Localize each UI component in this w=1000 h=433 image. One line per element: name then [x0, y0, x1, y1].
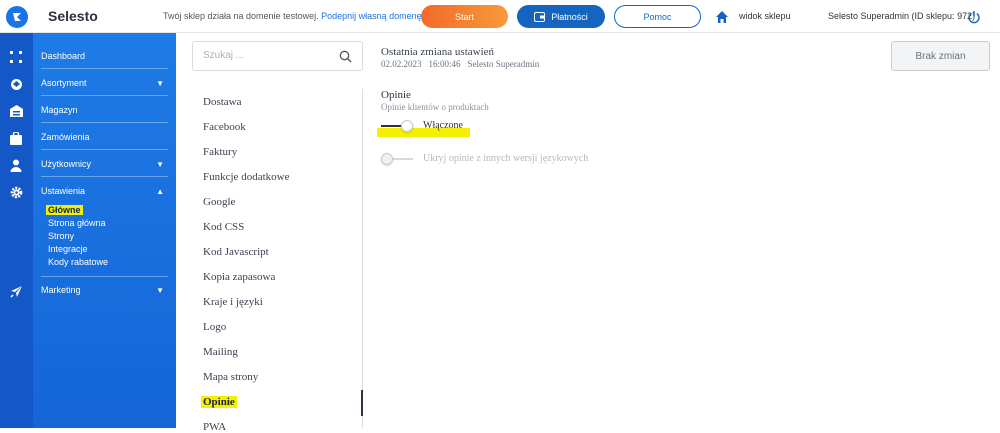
account-info: Selesto Superadmin (ID sklepu: 972)	[828, 11, 976, 21]
assortment-icon[interactable]	[8, 76, 24, 92]
sidebar-item-assortment[interactable]: Asortyment ▼	[41, 70, 168, 96]
sidebar-item-marketing[interactable]: Marketing ▼	[41, 277, 168, 303]
wallet-icon	[534, 11, 546, 22]
sidebar-item-label: Asortyment	[41, 77, 87, 88]
reviews-enabled-label: Włączone	[423, 120, 463, 131]
sidebar-item-dashboard[interactable]: Dashboard	[41, 43, 168, 69]
caret-up-icon: ▲	[156, 187, 164, 196]
settings-item-logo[interactable]: Logo	[203, 321, 226, 333]
settings-item-css[interactable]: Kod CSS	[203, 221, 244, 233]
dashboard-icon[interactable]	[8, 49, 24, 65]
sidebar-subitem-integrations[interactable]: Integracje	[48, 244, 88, 254]
last-change-title: Ostatnia zmiana ustawień	[381, 46, 495, 58]
toggle-knob	[381, 153, 393, 165]
settings-item-countries-languages[interactable]: Kraje i języki	[203, 296, 263, 308]
settings-item-facebook[interactable]: Facebook	[203, 121, 246, 133]
sidebar-item-orders[interactable]: Zamówienia	[41, 124, 168, 150]
help-button[interactable]: Pomoc	[614, 5, 701, 28]
sidebar-item-label: Dashboard	[41, 50, 86, 61]
last-change-user: Selesto Superadmin	[467, 59, 540, 69]
hide-other-languages-label: Ukryj opinie z innych wersji językowych	[423, 153, 589, 164]
section-title: Opinie	[381, 89, 411, 101]
home-icon[interactable]	[715, 10, 729, 24]
caret-down-icon: ▼	[156, 286, 164, 295]
orders-icon[interactable]	[8, 130, 24, 146]
settings-item-invoices[interactable]: Faktury	[203, 146, 237, 158]
search-input[interactable]	[203, 50, 333, 61]
brand-name: Selesto	[48, 8, 98, 24]
settings-item-pwa[interactable]: PWA	[203, 421, 226, 433]
settings-item-javascript[interactable]: Kod Javascript	[203, 246, 269, 258]
logo[interactable]	[0, 0, 33, 33]
start-button[interactable]: Start	[421, 5, 508, 28]
warehouse-icon[interactable]	[8, 103, 24, 119]
marketing-icon[interactable]	[8, 283, 24, 299]
settings-item-google[interactable]: Google	[203, 196, 235, 208]
icon-rail	[0, 33, 33, 428]
sidebar-item-label: Zamówienia	[41, 131, 90, 142]
users-icon[interactable]	[8, 157, 24, 173]
attach-domain-link[interactable]: Podepnij własną domenę	[321, 11, 422, 21]
settings-search	[192, 41, 363, 71]
toggle-knob	[401, 120, 413, 132]
reviews-enabled-toggle[interactable]	[381, 120, 413, 132]
settings-item-extra-features[interactable]: Funkcje dodatkowe	[203, 171, 289, 183]
last-change-time: 16:00:46	[428, 59, 461, 69]
settings-item-backup[interactable]: Kopia zapasowa	[203, 271, 275, 283]
sidebar-item-label: Magazyn	[41, 104, 78, 115]
sidebar-item-label: Ustawienia	[41, 186, 86, 196]
settings-item-delivery[interactable]: Dostawa	[203, 96, 242, 108]
sidebar-subitem-main[interactable]: Główne	[46, 205, 83, 215]
settings-item-sitemap[interactable]: Mapa strony	[203, 371, 258, 383]
no-changes-button[interactable]: Brak zmian	[891, 41, 990, 71]
list-divider	[362, 89, 363, 428]
last-change-date: 02.02.2023	[381, 59, 422, 69]
active-item-indicator	[361, 390, 363, 416]
payments-button[interactable]: Płatności	[517, 5, 605, 28]
last-change-meta: 02.02.2023 16:00:46 Selesto Superadmin	[381, 59, 546, 69]
search-icon[interactable]	[339, 50, 352, 63]
sidebar-item-settings[interactable]: Ustawienia ▲	[41, 178, 168, 204]
caret-down-icon: ▼	[156, 79, 164, 88]
hide-other-languages-toggle[interactable]	[381, 153, 413, 165]
sidebar-subitem-homepage[interactable]: Strona główna	[48, 218, 106, 228]
power-icon[interactable]	[967, 10, 981, 24]
sidebar-item-label: Marketing	[41, 285, 81, 295]
top-bar: Selesto Twój sklep działa na domenie tes…	[0, 0, 1000, 33]
sidebar-item-warehouse[interactable]: Magazyn	[41, 97, 168, 123]
shop-view-link[interactable]: widok sklepu	[739, 11, 791, 21]
caret-down-icon: ▼	[156, 160, 164, 169]
settings-item-reviews[interactable]: Opinie	[201, 396, 237, 408]
section-subtitle: Opinie klientów o produktach	[381, 102, 489, 112]
settings-gear-icon[interactable]	[8, 184, 24, 200]
sidebar-subitem-discount-codes[interactable]: Kody rabatowe	[48, 257, 108, 267]
sidebar-item-users[interactable]: Użytkownicy ▼	[41, 151, 168, 177]
sidebar: Dashboard Asortyment ▼ Magazyn Zamówieni…	[33, 33, 176, 428]
sidebar-subitem-pages[interactable]: Strony	[48, 231, 74, 241]
payments-label: Płatności	[551, 11, 588, 22]
sidebar-item-label: Użytkownicy	[41, 158, 92, 169]
logo-icon	[5, 5, 28, 28]
settings-item-mailing[interactable]: Mailing	[203, 346, 238, 358]
test-domain-note: Twój sklep działa na domenie testowej. P…	[163, 11, 422, 21]
test-domain-text: Twój sklep działa na domenie testowej.	[163, 11, 319, 21]
